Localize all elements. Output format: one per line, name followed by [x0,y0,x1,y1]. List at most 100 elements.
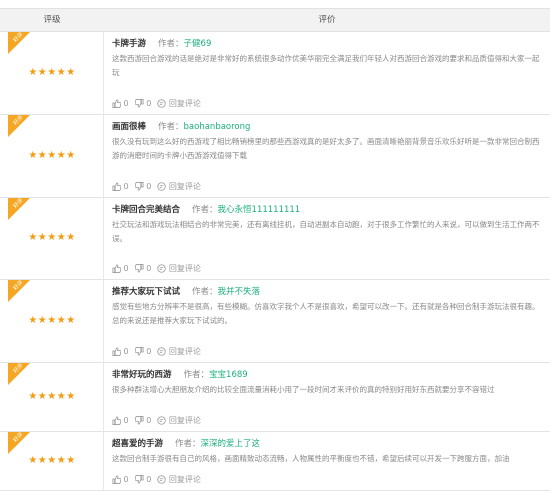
thumbs-down-icon [134,416,144,425]
like-count: 0 [123,99,129,108]
review-cell: 卡牌手游 作者：子健69 这款西游回合游戏的话是绝对是非常好的系统很多动作优美华丽完… [104,32,550,115]
review-column-header: 评价 [318,15,336,25]
thumbs-down-icon [134,347,144,356]
review-item: 好评 ★★★★★ 超喜爱的手游 作者：深深的爱上了这这款回合制手游很有自己的风格，画面… [0,432,550,491]
review-title: 画面很棒 [112,122,147,132]
comment-icon [157,416,166,425]
good-review-badge: 好评 [8,198,30,220]
good-review-badge: 好评 [8,280,30,302]
review-item: 好评 ★★★★★ 推荐大家玩下试试 作者：我并不失落 感觉有些地方分辨率不是很高，有些模… [0,280,550,363]
dislike-count: 0 [146,347,152,356]
rating-cell: 好评 ★★★★★ [0,280,104,362]
rating-column-header: 评级 [43,15,61,25]
review-body: 这款回合制手游很有自己的风格，画面精致动态流畅，人物属性的平衡度也不错，希望后续… [112,454,510,463]
like-count: 0 [123,264,129,273]
review-title-line: 卡牌回合完美结合 作者：我心永恒111111111 [112,203,300,215]
thumbs-up-icon [112,264,122,273]
good-review-badge: 好评 [8,115,30,137]
reply-label: 回复评论 [168,347,201,356]
thumbs-down-icon [134,475,144,484]
thumbs-down-icon [134,182,144,191]
review-title-line: 推荐大家玩下试试 作者：我并不失落 [112,285,260,297]
author-username-link[interactable]: 我心永恒111111111 [218,205,301,215]
review-body: 这款西游回合游戏的话是绝对是非常好的系统很多动作优美华丽完全满足我们年轻人对西游… [112,54,540,77]
review-body: 很多种群法增心大胆朋友介绍的比较全面流量消耗小用了一段时间才来评价的真的特别好用… [112,385,495,394]
reply-label: 回复评论 [168,416,201,425]
dislike-button[interactable]: 0 [134,99,151,108]
review-title-line: 超喜爱的手游 作者：深深的爱上了这 [112,437,260,449]
review-item: 好评 ★★★★★ 卡牌回合完美结合 作者：我心永恒111111111 社交玩法和游戏玩法… [0,198,550,280]
comment-icon [157,182,166,191]
dislike-button[interactable]: 0 [134,347,152,356]
review-table-header: 评级 评价 [0,8,550,32]
review-title-line: 画面很棒 作者：baohanbaorong [112,120,250,132]
review-actions: 0 0 回复评论 [112,181,207,192]
dislike-button[interactable]: 0 [134,264,152,273]
like-button[interactable]: 0 [112,264,129,273]
thumbs-up-icon [112,99,122,108]
star-rating: ★★★★★ [28,455,76,466]
author-username-link[interactable]: baohanbaorong [184,122,251,132]
reply-label: 回复评论 [168,99,201,108]
dislike-button[interactable]: 0 [134,416,152,425]
reply-comment-button[interactable]: 回复评论 [157,474,201,485]
reply-comment-button[interactable]: 回复评论 [157,346,201,357]
author-label: 作者： [158,122,184,132]
author-username-link[interactable]: 子健69 [184,39,212,49]
review-title: 超喜爱的手游 [112,439,164,449]
like-button[interactable]: 0 [112,99,129,108]
review-page: 评级 评价 好评 ★★★★★ 卡牌手游 作者：子健69 这款西游回合游戏的话是绝对是非常… [0,0,550,491]
review-title: 非常好玩的西游 [112,370,172,380]
author-username-link[interactable]: 我并不失落 [218,287,261,297]
star-rating: ★★★★★ [28,315,76,326]
author-label: 作者： [192,205,218,215]
like-count: 0 [123,182,129,191]
comment-icon [157,99,166,108]
review-body: 很久没有玩到这么好的西游戏了相比畅销榜里的那些西游戏真的是好太多了。画面清晰艳丽… [112,137,540,160]
author-label: 作者： [175,439,201,449]
star-rating: ★★★★★ [28,232,76,243]
star-rating: ★★★★★ [28,67,76,78]
reply-label: 回复评论 [168,182,201,191]
rating-cell: 好评 ★★★★★ [0,198,104,279]
reply-comment-button[interactable]: 回复评论 [157,98,201,109]
review-actions: 0 0 回复评论 [112,98,207,109]
reply-comment-button[interactable]: 回复评论 [157,263,201,274]
star-rating: ★★★★★ [28,150,76,161]
review-item: 好评 ★★★★★ 卡牌手游 作者：子健69 这款西游回合游戏的话是绝对是非常好的系统很多… [0,32,550,115]
good-review-badge: 好评 [8,363,30,385]
thumbs-up-icon [112,347,122,356]
dislike-button[interactable]: 0 [134,475,151,484]
dislike-count: 0 [146,416,152,425]
thumbs-down-icon [134,264,144,273]
thumbs-down-icon [134,99,144,108]
like-button[interactable]: 0 [112,475,129,484]
reply-comment-button[interactable]: 回复评论 [157,181,201,192]
star-rating: ★★★★★ [28,391,76,402]
dislike-count: 0 [146,264,152,273]
like-button[interactable]: 0 [112,416,129,425]
author-username-link[interactable]: 宝宝1689 [209,370,248,380]
comment-icon [157,264,166,273]
review-actions: 0 0 回复评论 [112,474,207,485]
author-username-link[interactable]: 深深的爱上了这 [201,439,261,449]
reply-label: 回复评论 [168,475,201,484]
review-item: 好评 ★★★★★ 非常好玩的西游 作者：宝宝1689 很多种群法增心大胆朋友介绍的比较全… [0,363,550,432]
rating-cell: 好评 ★★★★★ [0,115,104,197]
like-button[interactable]: 0 [112,347,129,356]
comment-icon [157,347,166,356]
review-actions: 0 0 回复评论 [112,415,207,426]
rating-cell: 好评 ★★★★★ [0,363,104,431]
author-label: 作者： [192,287,218,297]
review-cell: 非常好玩的西游 作者：宝宝1689 很多种群法增心大胆朋友介绍的比较全面流量消耗小用… [104,363,550,432]
thumbs-up-icon [112,475,122,484]
rating-cell: 好评 ★★★★★ [0,432,104,490]
author-label: 作者： [183,370,210,380]
rating-cell: 好评 ★★★★★ [0,32,104,114]
review-item: 好评 ★★★★★ 画面很棒 作者：baohanbaorong 很久没有玩到这么好的西游戏… [0,115,550,198]
review-title: 推荐大家玩下试试 [112,287,181,297]
dislike-button[interactable]: 0 [134,182,151,191]
reply-comment-button[interactable]: 回复评论 [157,415,201,426]
like-button[interactable]: 0 [112,182,129,191]
review-title: 卡牌手游 [112,39,147,49]
